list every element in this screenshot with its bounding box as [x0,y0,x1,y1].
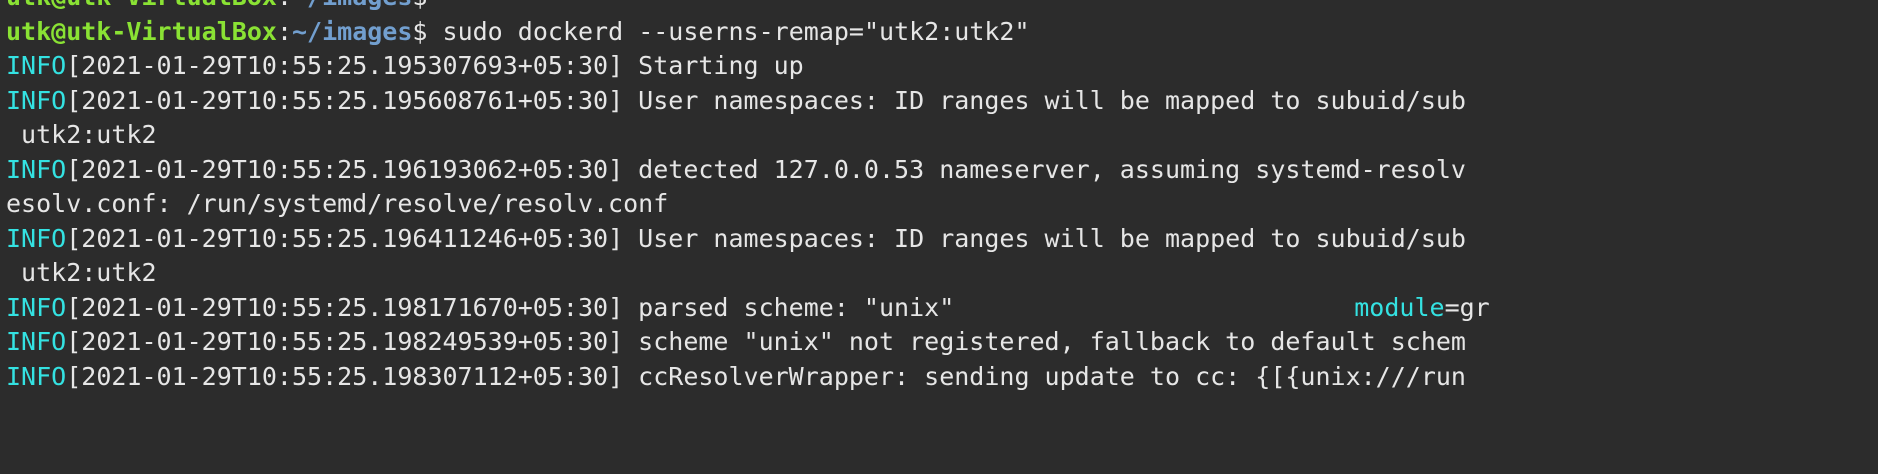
log-text: [2021-01-29T10:55:25.195307693+05:30] St… [66,51,804,80]
log-text: [2021-01-29T10:55:25.196411246+05:30] Us… [66,223,1466,253]
log-text: [2021-01-29T10:55:25.195608761+05:30] Us… [66,85,1466,115]
log-line: INFO[2021-01-29T10:55:25.198307112+05:30… [6,360,1878,395]
log-line: INFO[2021-01-29T10:55:25.195608761+05:30… [6,84,1878,119]
log-level: INFO [6,85,67,115]
previous-prompt-symbol: $ [412,0,442,11]
prompt-symbol: $ [412,16,443,46]
terminal-output: utk@utk-VirtualBox:~/images$ utk@utk-Vir… [6,0,1878,394]
log-continuation-line: esolv.conf: /run/systemd/resolve/resolv.… [6,187,1878,222]
log-text: esolv.conf: /run/systemd/resolve/resolv.… [6,189,669,218]
log-level: INFO [6,292,67,322]
terminal-window[interactable]: utk@utk-VirtualBox:~/images$ utk@utk-Vir… [0,0,1878,474]
log-text: [2021-01-29T10:55:25.196193062+05:30] de… [66,154,1466,184]
prompt-path: ~/images [292,16,413,46]
log-line: INFO[2021-01-29T10:55:25.196193062+05:30… [6,153,1878,188]
log-continuation-line: utk2:utk2 [6,256,1878,291]
log-level: INFO [6,327,67,356]
prompt-separator: : [276,16,292,46]
log-field-key: module [1354,292,1445,322]
log-line: INFO[2021-01-29T10:55:25.198249539+05:30… [6,325,1878,360]
log-field-value: =gr [1444,292,1490,322]
log-text: [2021-01-29T10:55:25.198171670+05:30] pa… [66,292,955,322]
log-text: utk2:utk2 [6,120,157,149]
log-continuation-line: utk2:utk2 [6,118,1878,153]
log-line: INFO[2021-01-29T10:55:25.198171670+05:30… [6,291,1878,326]
previous-prompt-path: ~/images [292,0,412,11]
log-text: [2021-01-29T10:55:25.198249539+05:30] sc… [66,327,1466,356]
log-line: INFO[2021-01-29T10:55:25.195307693+05:30… [6,49,1878,84]
prompt-user-host: utk@utk-VirtualBox [6,16,277,46]
log-text: [2021-01-29T10:55:25.198307112+05:30] cc… [66,361,1466,391]
command-line[interactable]: utk@utk-VirtualBox:~/images$ sudo docker… [6,15,1878,50]
log-text: utk2:utk2 [6,258,157,287]
log-level: INFO [6,154,67,184]
previous-prompt-user: utk@utk-VirtualBox [6,0,277,11]
previous-prompt-line: utk@utk-VirtualBox:~/images$ [6,0,1878,15]
command-text: sudo dockerd --userns-remap="utk2:utk2" [442,16,1030,46]
log-line: INFO[2021-01-29T10:55:25.196411246+05:30… [6,222,1878,257]
log-level: INFO [6,223,67,253]
log-level: INFO [6,51,67,80]
previous-prompt-separator: : [277,0,292,11]
log-level: INFO [6,361,67,391]
